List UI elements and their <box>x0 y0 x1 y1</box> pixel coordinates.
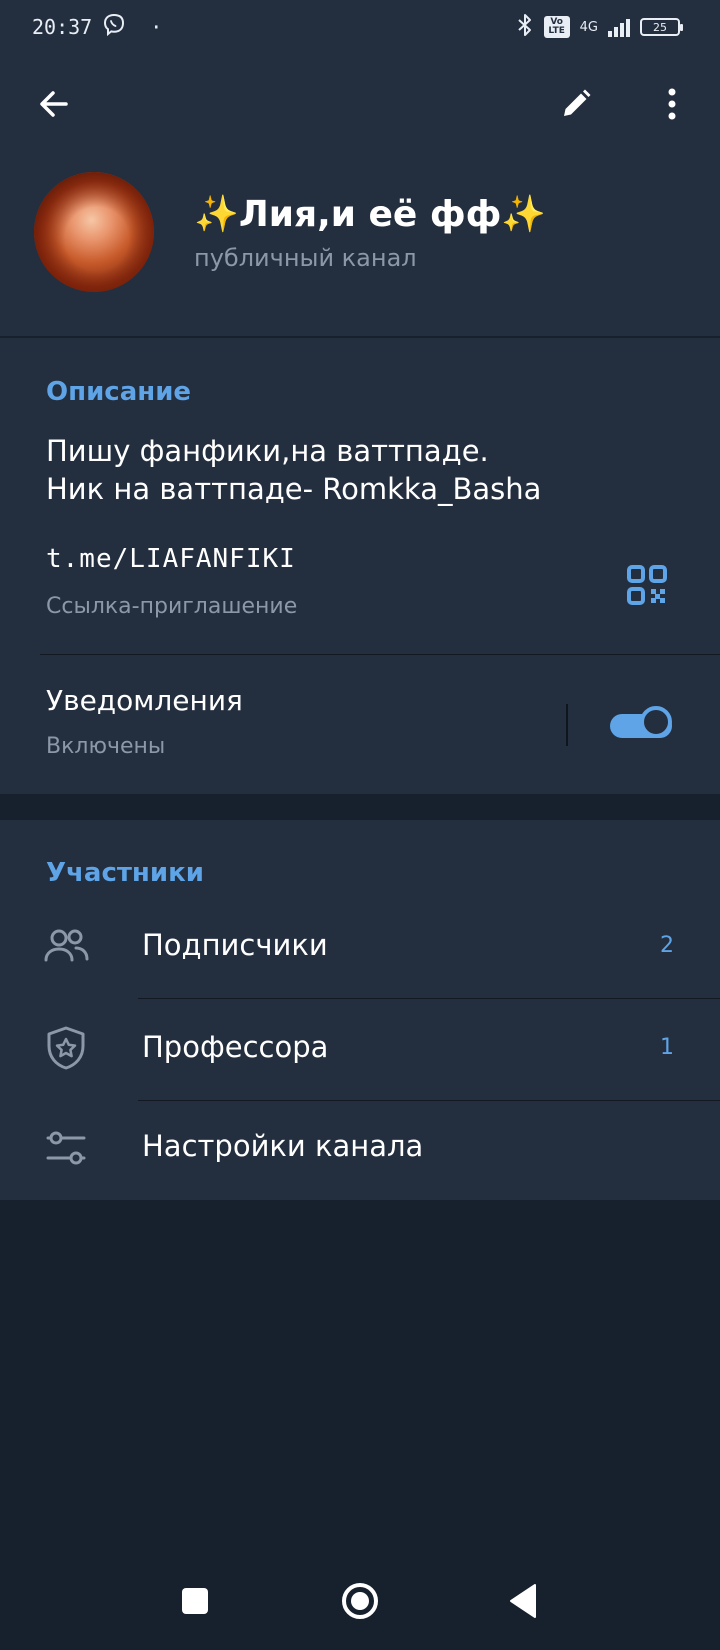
battery-level: 25 <box>653 20 667 34</box>
description-line-2: Ник на ваттпаде- Romkka_Basha <box>46 472 542 506</box>
system-nav-bar <box>0 1560 720 1650</box>
viber-icon <box>102 13 126 42</box>
channel-header: 20:37 · Vo LTE 4G 25 ✨Лия,и её фф✨ публи… <box>0 0 720 336</box>
back-button[interactable] <box>26 76 82 132</box>
description-line-1: Пишу фанфики,на ваттпаде. <box>46 434 489 468</box>
pencil-icon <box>564 89 591 116</box>
status-bar: 20:37 · Vo LTE 4G 25 <box>32 10 683 44</box>
square-icon <box>182 1588 208 1614</box>
triangle-back-icon <box>510 1584 536 1618</box>
arrow-left-icon <box>40 91 68 117</box>
status-time: 20:37 <box>32 15 93 39</box>
toggle-thumb <box>640 706 672 738</box>
home-button[interactable] <box>335 1576 385 1626</box>
avatar-photo <box>34 172 154 292</box>
bluetooth-icon <box>516 13 534 41</box>
back-nav-button[interactable] <box>498 1576 548 1626</box>
more-vertical-icon <box>668 88 676 120</box>
network-type: 4G <box>579 19 598 35</box>
recents-button[interactable] <box>170 1576 220 1626</box>
qr-code-icon <box>627 565 667 605</box>
notification-dot: · <box>150 15 163 39</box>
battery-icon: 25 <box>640 18 683 36</box>
notifications-status: Включены <box>46 734 166 759</box>
subscribers-label: Подписчики <box>142 928 328 962</box>
channel-title: ✨Лия,и её фф✨ <box>194 194 547 235</box>
admins-row[interactable] <box>0 999 720 1099</box>
qr-code-button[interactable] <box>624 562 670 608</box>
description-section-title: Описание <box>46 377 192 407</box>
edit-button[interactable] <box>548 76 604 132</box>
subscribers-count: 2 <box>660 933 674 958</box>
more-button[interactable] <box>644 76 700 132</box>
channel-settings-label: Настройки канала <box>142 1129 424 1163</box>
subscribers-row[interactable] <box>0 900 720 996</box>
people-icon <box>44 929 89 962</box>
invite-link-caption: Ссылка-приглашение <box>46 594 298 619</box>
members-section-title: Участники <box>46 858 204 888</box>
vertical-divider <box>566 704 568 746</box>
signal-icon <box>608 17 630 37</box>
admins-label: Профессора <box>142 1030 329 1064</box>
notifications-title: Уведомления <box>46 684 243 717</box>
circle-icon <box>342 1583 378 1619</box>
channel-avatar[interactable] <box>34 172 154 292</box>
invite-link[interactable]: t.me/LIAFANFIKI <box>46 544 296 574</box>
channel-description: Пишу фанфики,на ваттпаде. Ник на ваттпад… <box>46 432 541 508</box>
sliders-icon <box>46 1131 86 1165</box>
channel-type: публичный канал <box>194 244 417 272</box>
shield-star-icon <box>47 1026 85 1070</box>
notifications-toggle[interactable] <box>610 706 676 744</box>
admins-count: 1 <box>660 1035 674 1060</box>
volte-badge: Vo LTE <box>543 16 570 38</box>
